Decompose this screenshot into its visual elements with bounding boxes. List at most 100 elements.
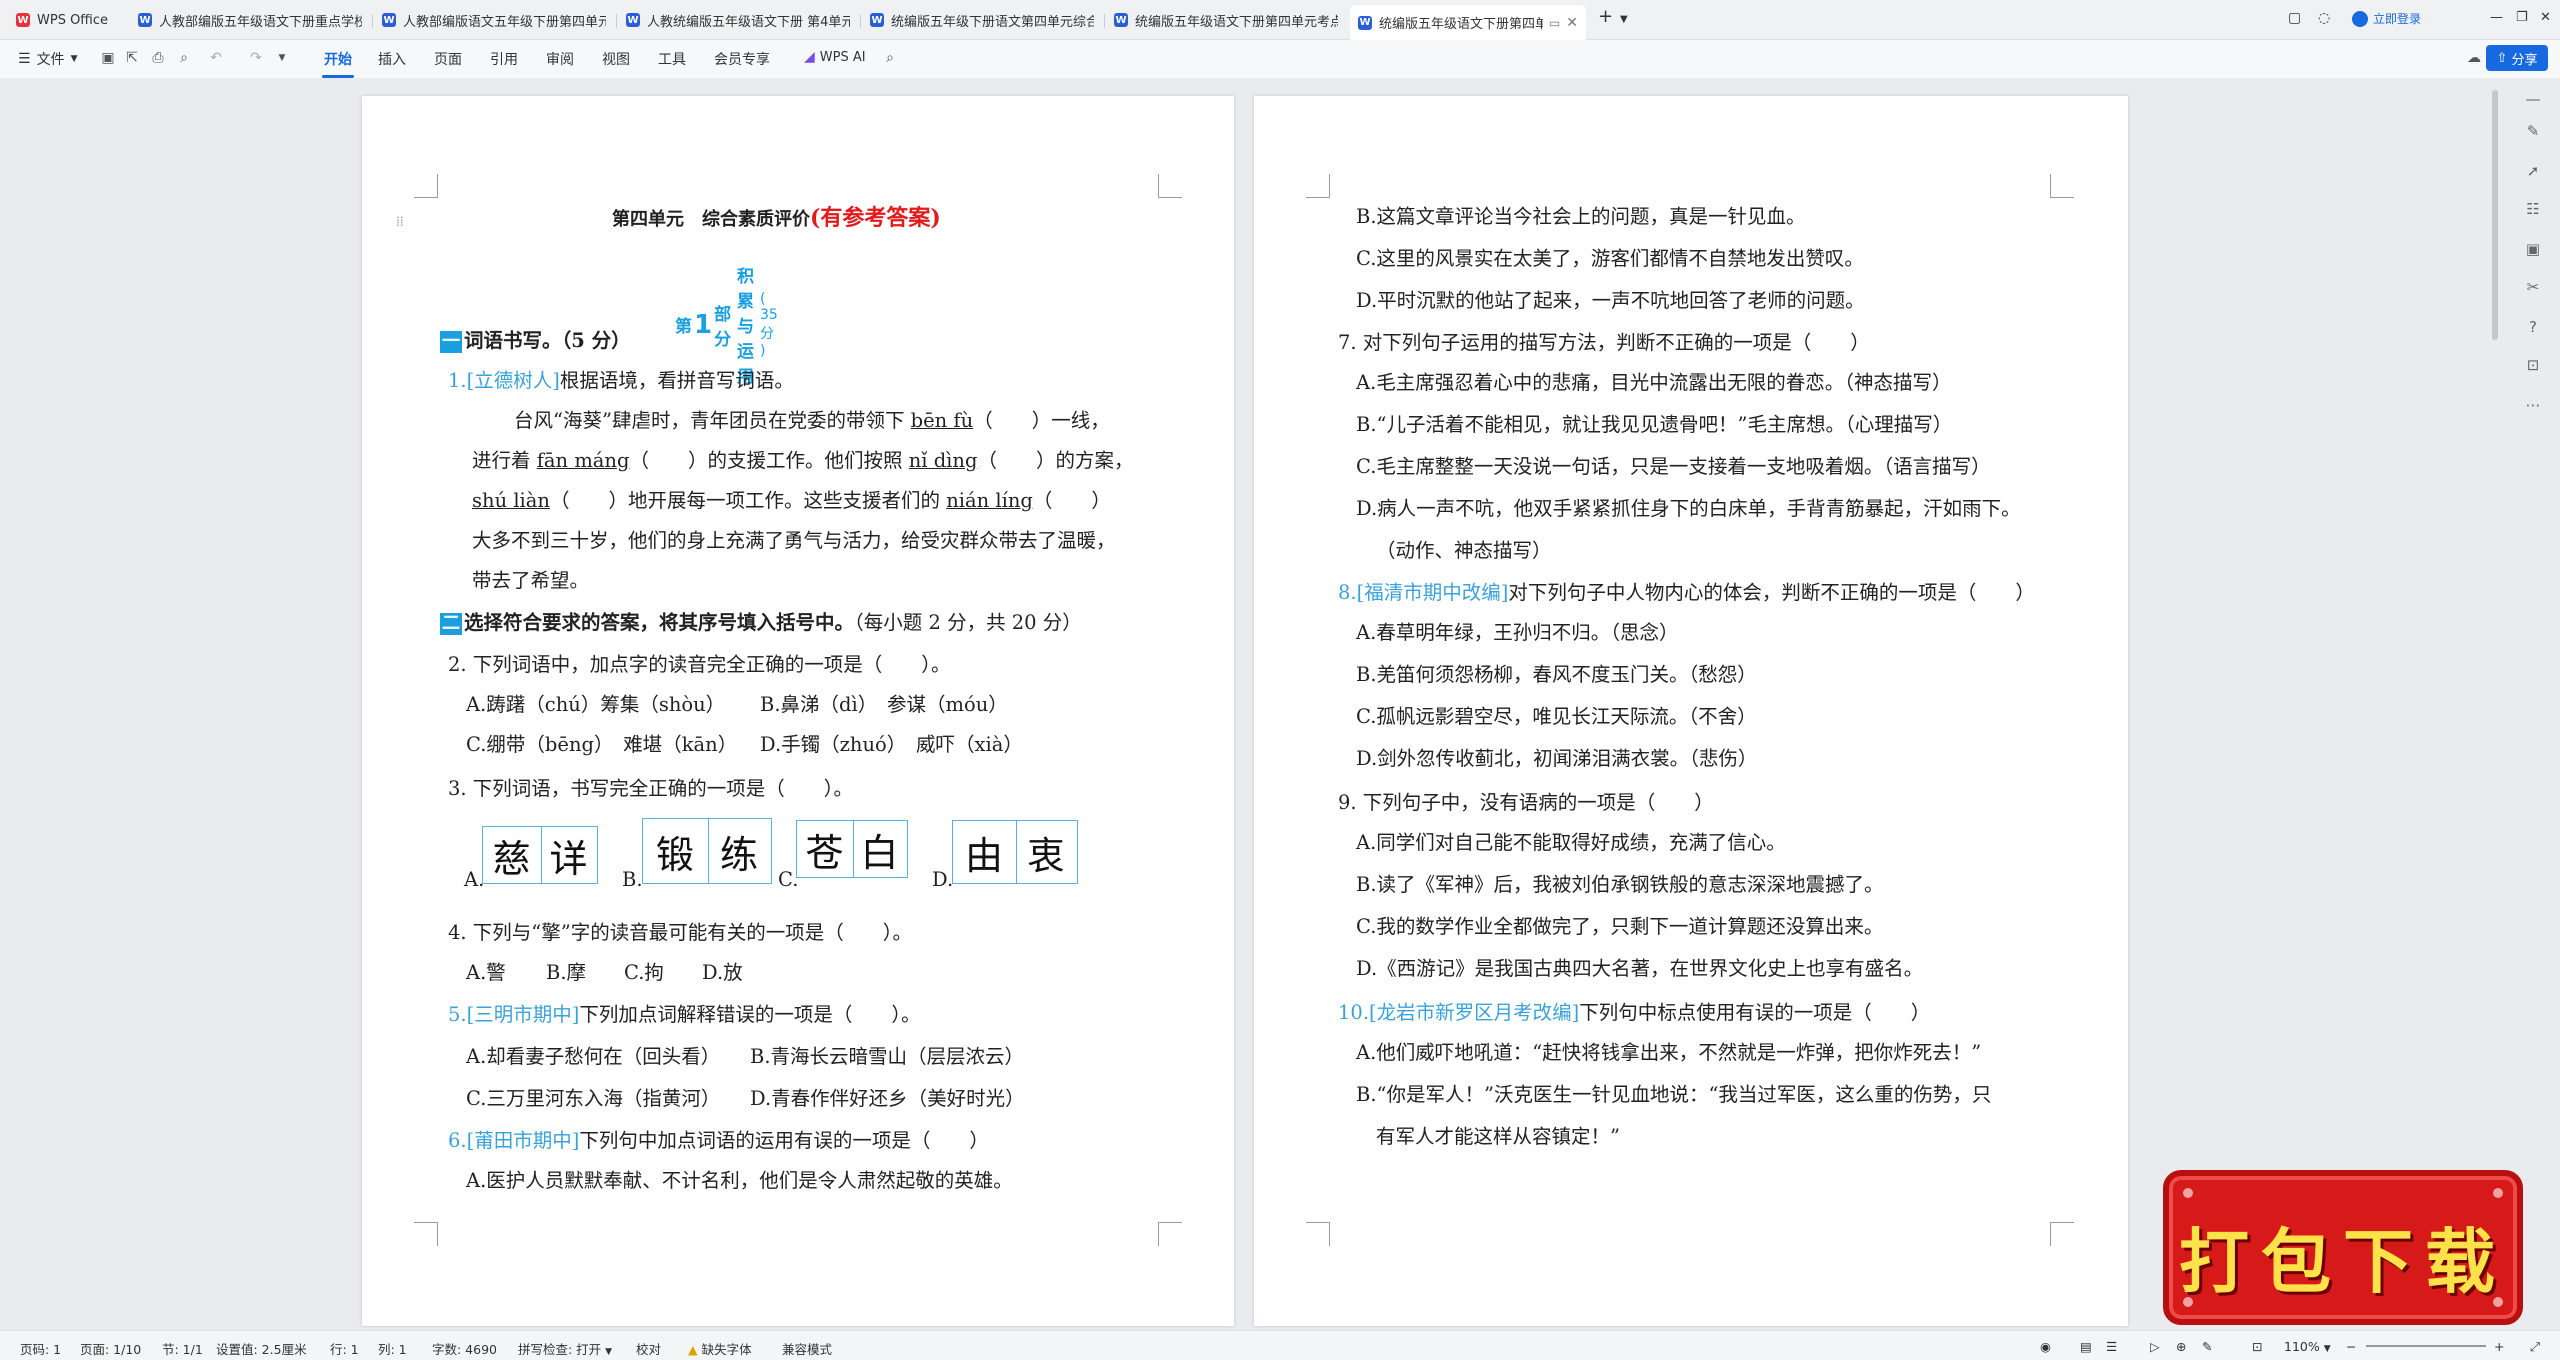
search-icon[interactable]: ⌕	[882, 50, 898, 66]
menu-icon: ☰	[18, 51, 31, 67]
option: 有军人才能这样从容镇定！”	[1376, 1125, 1620, 1148]
wps-ai-button[interactable]: ◢ WPS AI	[804, 49, 866, 65]
passage-text: 台风“海葵”肆虐时，青年团员在党委的带领下	[514, 409, 905, 432]
share-button[interactable]: ⇧ 分享	[2486, 45, 2548, 71]
tab-member[interactable]: 会员专享	[714, 49, 770, 69]
tab-insert[interactable]: 插入	[378, 49, 406, 69]
tab-view[interactable]: 视图	[602, 49, 630, 69]
fullscreen-icon[interactable]: ⤢	[2530, 1339, 2540, 1355]
tab-document[interactable]: W 人教部编版语文五年级下册第四单元...	[374, 5, 614, 35]
question-text: 下列句中标点使用有误的一项是（ ）	[1579, 1001, 1931, 1024]
more-icon[interactable]: ⋯	[2524, 396, 2542, 414]
zoom-slider[interactable]	[2366, 1345, 2486, 1347]
tab-document[interactable]: W 人教统编版五年级语文下册 第4单元...	[618, 5, 858, 35]
tab-document[interactable]: W 统编版五年级语文下册第四单元考点...	[1106, 5, 1346, 35]
word-doc-icon: W	[382, 13, 396, 27]
tab-label: 人教部编版语文五年级下册第四单元...	[403, 14, 606, 30]
fit-page-icon[interactable]: ⊡	[2252, 1339, 2262, 1354]
passage-line: 大多不到三十岁，他们的身上充满了勇气与活力，给受灾群众带去了温暖，	[472, 529, 1116, 552]
tab-review[interactable]: 审阅	[546, 49, 574, 69]
tools-icon[interactable]: ✂	[2524, 278, 2542, 296]
vertical-scrollbar[interactable]	[2492, 90, 2498, 340]
undo-icon[interactable]: ↶	[208, 50, 224, 66]
part-label-suffix: 部分	[714, 304, 732, 350]
status-word-count[interactable]: 字数: 4690	[432, 1339, 497, 1358]
character-grid: 由衷	[952, 820, 1078, 884]
web-view-icon[interactable]: ⊕	[2176, 1339, 2186, 1354]
download-promo-badge[interactable]: 打包下载	[2163, 1170, 2523, 1325]
passage-line: 带去了希望。	[472, 569, 590, 592]
ai-spark-icon: ◢	[804, 49, 815, 65]
eye-icon[interactable]: ◉	[2040, 1339, 2051, 1354]
answer-blank: （ ）的支援工作。他们按照	[629, 449, 903, 472]
answer-blank: （ ）	[1032, 489, 1111, 512]
minimize-icon[interactable]: —	[2490, 10, 2503, 25]
section-title: 选择符合要求的答案，将其序号填入括号中。	[464, 611, 855, 634]
tab-references[interactable]: 引用	[490, 49, 518, 69]
tab-document[interactable]: W 人教部编版五年级语文下册重点学校别...	[130, 5, 370, 35]
spell-check-toggle[interactable]: 拼写检查: 打开 ▼	[518, 1339, 612, 1358]
option: A.毛主席强忍着心中的悲痛，目光中流露出无限的眷恋。（神态描写）	[1356, 371, 1952, 394]
tab-wps-home[interactable]: W WPS Office	[8, 5, 128, 35]
restore-icon[interactable]: ❐	[2516, 10, 2528, 25]
file-menu[interactable]: ☰ 文件 ▼	[18, 49, 77, 69]
play-icon[interactable]: ▷	[2150, 1339, 2160, 1354]
chevron-down-icon[interactable]: ▼	[1620, 14, 1628, 25]
tab-page[interactable]: 页面	[434, 49, 462, 69]
question-number: 6.	[448, 1129, 467, 1152]
tab-document-active[interactable]: W 统编版五年级语文下册第四单元... ▭ ✕	[1350, 5, 1586, 40]
chevron-down-icon[interactable]: ▼	[274, 50, 290, 66]
help-icon[interactable]: ?	[2524, 318, 2542, 336]
select-icon[interactable]: ➚	[2524, 162, 2542, 180]
proofread-button[interactable]: 校对	[636, 1339, 661, 1358]
outline-view-icon[interactable]: ☰	[2106, 1339, 2117, 1354]
question-text: 下列加点词解释错误的一项是（ ）。	[579, 1003, 921, 1026]
tab-home[interactable]: 开始	[322, 49, 354, 78]
crop-mark	[1158, 174, 1182, 198]
zoom-out-icon[interactable]: −	[2346, 1339, 2356, 1354]
option: A.春草明年绿，王孙归不归。（思念）	[1356, 621, 1679, 644]
option: A.却看妻子愁何在（回头看）	[466, 1045, 721, 1068]
skin-icon[interactable]: ◌	[2318, 10, 2330, 26]
tab-document[interactable]: W 统编版五年级下册语文第四单元综合素...	[862, 5, 1102, 35]
missing-font-button[interactable]: ▲ 缺失字体	[688, 1339, 752, 1358]
settings-sliders-icon[interactable]: ☷	[2524, 200, 2542, 218]
close-icon[interactable]: ✕	[1566, 15, 1578, 31]
drag-handle-icon[interactable]: ⁞⁞	[396, 214, 404, 231]
page-view-icon[interactable]: ▤	[2080, 1339, 2092, 1354]
option: C.我的数学作业全都做完了，只剩下一道计算题还没算出来。	[1356, 915, 1884, 938]
tab-tools[interactable]: 工具	[658, 49, 686, 69]
word-doc-icon: W	[138, 13, 152, 27]
crop-mark	[414, 1222, 438, 1246]
status-bar: 页码: 1 页面: 1/10 节: 1/1 设置值: 2.5厘米 行: 1 列:…	[0, 1330, 2560, 1360]
status-pages[interactable]: 页面: 1/10	[80, 1339, 141, 1358]
close-window-icon[interactable]: ✕	[2540, 10, 2551, 25]
redo-icon[interactable]: ↷	[248, 50, 264, 66]
cloud-icon[interactable]: ☁	[2466, 50, 2482, 66]
option: D.病人一声不吭，他双手紧紧抓住身下的白床单，手背青筋暴起，汗如雨下。	[1356, 497, 2021, 520]
save-icon[interactable]: ▣	[100, 50, 116, 66]
question-number: 5.	[448, 1003, 467, 1026]
login-button[interactable]: 立即登录	[2352, 10, 2421, 27]
new-tab-icon[interactable]: +	[1598, 6, 1613, 27]
zoom-level[interactable]: 110% ▼	[2284, 1339, 2331, 1354]
collapse-icon[interactable]: —	[2524, 90, 2542, 108]
option-label: D.	[932, 868, 954, 891]
zoom-in-icon[interactable]: +	[2494, 1339, 2504, 1354]
source-tag: [莆田市期中]	[466, 1129, 580, 1152]
print-preview-icon[interactable]: ⌕	[176, 50, 192, 66]
pen-icon[interactable]: ✎	[2202, 1339, 2212, 1354]
character-grid: 苍白	[796, 820, 908, 878]
file-menu-label: 文件	[36, 52, 65, 68]
character-grid: 锻练	[642, 818, 772, 884]
status-section: 节: 1/1	[162, 1342, 203, 1357]
image-icon[interactable]: ▣	[2524, 240, 2542, 258]
window-layout-icon[interactable]: ▢	[2288, 10, 2301, 26]
pen-icon[interactable]: ✎	[2524, 122, 2542, 140]
tab-label: WPS Office	[37, 12, 109, 28]
export-icon[interactable]: ⇱	[124, 50, 140, 66]
grid-character: 锻	[655, 832, 694, 877]
status-row: 行: 1	[330, 1342, 359, 1357]
print-icon[interactable]: ⎙	[150, 50, 166, 66]
bag-icon[interactable]: ⊡	[2524, 356, 2542, 374]
